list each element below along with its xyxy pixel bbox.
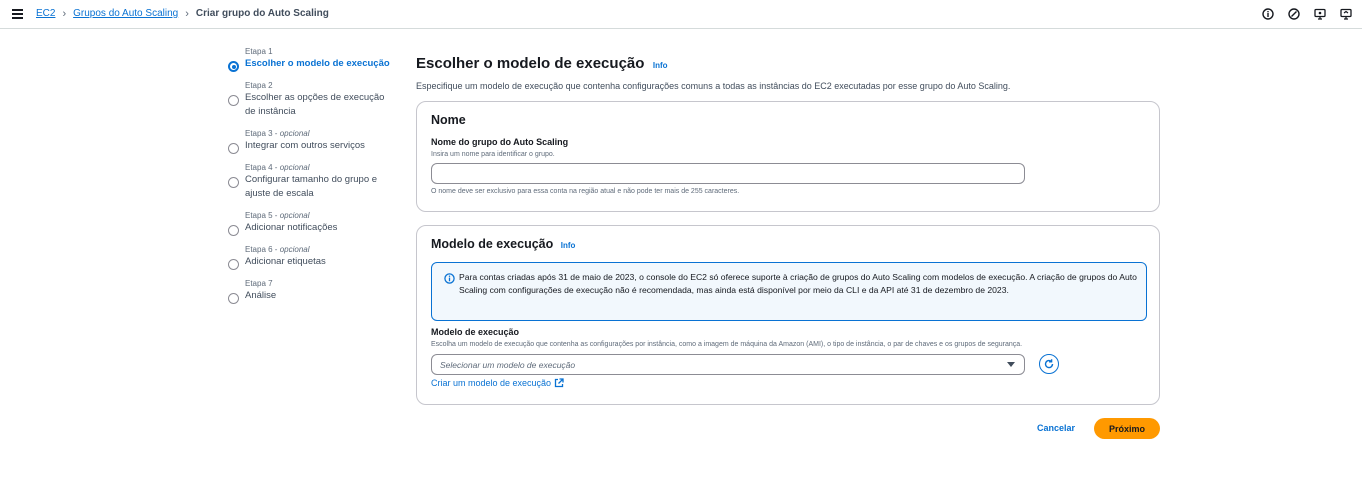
step-number: Etapa 3 - opcional [245, 129, 310, 138]
step-title[interactable]: Escolher as opções de execução de instân… [245, 91, 397, 119]
top-right-toolbar [1262, 8, 1352, 20]
chevron-right-icon: › [62, 7, 67, 20]
feedback-icon[interactable] [1288, 8, 1300, 20]
step-indicator-icon [228, 293, 239, 304]
menu-icon[interactable] [12, 9, 23, 19]
chevron-right-icon: › [185, 7, 189, 20]
step-title[interactable]: Configurar tamanho do grupo e ajuste de … [245, 173, 397, 201]
caret-down-icon [1007, 362, 1015, 367]
launch-template-card-title: Modelo de execução Info [431, 237, 576, 251]
asg-name-label: Nome do grupo do Auto Scaling [431, 137, 569, 147]
step-indicator-icon [228, 143, 239, 154]
launch-template-select[interactable]: Selecionar um modelo de execução [431, 354, 1025, 375]
breadcrumb-auto-scaling-groups[interactable]: Grupos do Auto Scaling [73, 8, 178, 19]
step-indicator-icon [228, 61, 239, 72]
launch-template-info-link[interactable]: Info [561, 241, 576, 250]
step-indicator-icon [228, 259, 239, 270]
step-1[interactable]: Etapa 1 Escolher o modelo de execução [227, 47, 397, 72]
refresh-button[interactable] [1039, 354, 1059, 374]
info-circle-icon [444, 273, 455, 284]
info-circle-icon[interactable] [1262, 8, 1274, 20]
step-7[interactable]: Etapa 7 Análise [227, 279, 397, 304]
cancel-button[interactable]: Cancelar [1031, 418, 1081, 438]
step-number: Etapa 1 [245, 47, 273, 56]
step-number: Etapa 5 - opcional [245, 211, 310, 220]
step-6[interactable]: Etapa 6 - opcional Adicionar etiquetas [227, 245, 397, 270]
create-launch-template-label: Criar um modelo de execução [431, 378, 552, 388]
launch-template-placeholder: Selecionar um modelo de execução [440, 360, 576, 370]
breadcrumb-ec2[interactable]: EC2 [36, 8, 55, 19]
top-navigation-bar: EC2 › Grupos do Auto Scaling › Criar gru… [0, 0, 1362, 29]
step-number: Etapa 7 [245, 279, 273, 288]
step-title[interactable]: Análise [245, 289, 397, 303]
next-button[interactable]: Próximo [1094, 418, 1160, 439]
wizard-steps: Etapa 1 Escolher o modelo de execução Et… [227, 47, 397, 313]
info-alert-text: Para contas criadas após 31 de maio de 2… [459, 272, 1137, 296]
asg-name-constraint: O nome deve ser exclusivo para essa cont… [431, 188, 740, 195]
step-title[interactable]: Escolher o modelo de execução [245, 57, 397, 71]
step-indicator-icon [228, 225, 239, 236]
launch-template-card: Modelo de execução Info Para contas cria… [416, 225, 1160, 405]
step-indicator-icon [228, 177, 239, 188]
breadcrumb-current: Criar grupo do Auto Scaling [195, 8, 329, 19]
launch-template-description: Escolha um modelo de execução que conten… [431, 341, 1023, 348]
refresh-icon [1044, 359, 1054, 369]
launch-template-label: Modelo de execução [431, 327, 520, 337]
step-5[interactable]: Etapa 5 - opcional Adicionar notificaçõe… [227, 211, 397, 236]
external-link-icon [554, 378, 564, 388]
step-title[interactable]: Adicionar etiquetas [245, 255, 397, 269]
step-title[interactable]: Integrar com outros serviços [245, 139, 397, 153]
step-number: Etapa 6 - opcional [245, 245, 310, 254]
main-content: Escolher o modelo de execução Info Espec… [416, 55, 1160, 405]
info-alert: Para contas criadas após 31 de maio de 2… [431, 262, 1147, 321]
asg-name-description: Insira um nome para identificar o grupo. [431, 151, 555, 158]
breadcrumb: EC2 › Grupos do Auto Scaling › Criar gru… [36, 8, 329, 19]
step-3[interactable]: Etapa 3 - opcional Integrar com outros s… [227, 129, 397, 154]
name-card-title: Nome [431, 113, 466, 127]
step-title[interactable]: Adicionar notificações [245, 221, 397, 235]
page-title: Escolher o modelo de execução [416, 55, 645, 72]
step-number: Etapa 4 - opcional [245, 163, 310, 172]
step-number: Etapa 2 [245, 81, 273, 90]
step-2[interactable]: Etapa 2 Escolher as opções de execução d… [227, 81, 397, 119]
page-info-link[interactable]: Info [653, 61, 668, 70]
name-card: Nome Nome do grupo do Auto Scaling Insir… [416, 101, 1160, 212]
step-4[interactable]: Etapa 4 - opcional Configurar tamanho do… [227, 163, 397, 201]
settings-icon[interactable] [1340, 8, 1352, 20]
notifications-icon[interactable] [1314, 8, 1326, 20]
step-indicator-icon [228, 95, 239, 106]
asg-name-input[interactable] [431, 163, 1025, 184]
create-launch-template-link[interactable]: Criar um modelo de execução [431, 378, 564, 388]
page-description: Especifique um modelo de execução que co… [416, 81, 1011, 91]
